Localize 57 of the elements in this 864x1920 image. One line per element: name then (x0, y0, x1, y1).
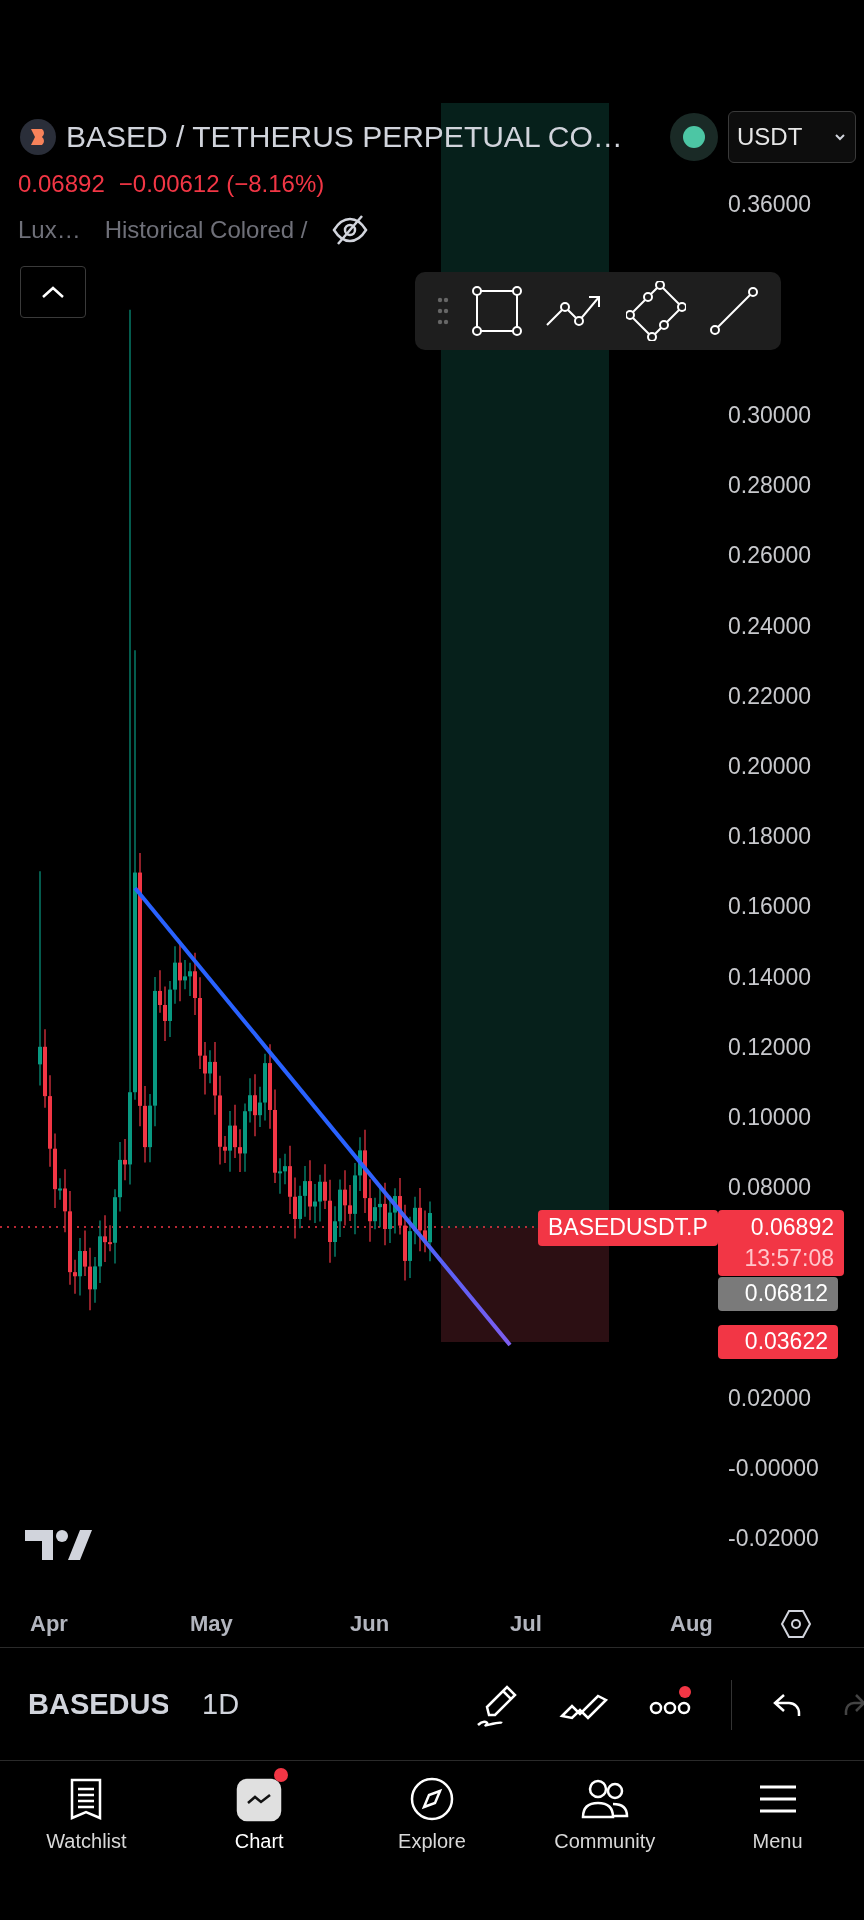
nav-tab[interactable]: Watchlist (0, 1762, 173, 1920)
time-tick: Aug (670, 1610, 714, 1637)
interval-button[interactable]: 1D (202, 1688, 240, 1721)
price-tick: 0.36000 (728, 190, 812, 219)
currency-dropdown[interactable]: USDT (728, 111, 856, 163)
nav-tab[interactable]: Explore (345, 1762, 519, 1920)
indicator-label[interactable]: Historical Colored / (104, 216, 308, 244)
price-tick: 0.24000 (728, 611, 812, 641)
compass-icon (409, 1776, 455, 1822)
time-tick: Jul (510, 1610, 543, 1637)
bookmark-list-icon (69, 1777, 104, 1821)
drag-handle-icon[interactable] (436, 297, 449, 325)
redo-icon (844, 1691, 864, 1718)
price-change: −0.00612 (−8.16%) (118, 170, 325, 198)
symbol-picker[interactable]: BASEDUS (28, 1688, 168, 1721)
caret-icon (833, 132, 847, 142)
price-tick: -0.00000 (728, 1454, 819, 1484)
price-tick: 0.16000 (728, 892, 812, 922)
chevron-up-icon (40, 284, 66, 300)
collapse-button[interactable] (20, 266, 86, 318)
channel-tool-icon[interactable] (626, 281, 687, 341)
time-tick: May (190, 1610, 234, 1637)
settings-icon[interactable] (780, 1608, 812, 1639)
target-price-tag: 0.03622 (718, 1325, 838, 1359)
price-tick: 0.08000 (728, 1173, 812, 1203)
nav-tab[interactable]: Community (518, 1762, 692, 1920)
market-status-button[interactable] (670, 113, 718, 161)
menu-icon (757, 1784, 798, 1814)
price-tick: 0.14000 (728, 962, 812, 992)
indicator-label[interactable]: Lux… (18, 216, 81, 244)
price-tick: 0.26000 (728, 541, 812, 571)
price-tick: 0.12000 (728, 1032, 812, 1062)
price-tick: 0.02000 (728, 1384, 813, 1413)
price-tick: 0.22000 (728, 681, 812, 711)
symbol-tag: BASEDUSDT.P (538, 1210, 718, 1246)
time-tick: Jun (350, 1610, 391, 1637)
trend-line[interactable] (133, 886, 512, 1347)
price-tick: 0.20000 (728, 751, 812, 781)
time-tick: Apr (30, 1610, 69, 1637)
eye-off-icon[interactable] (331, 214, 370, 246)
people-icon (579, 1777, 630, 1821)
chart-icon (236, 1776, 283, 1822)
nav-tab[interactable]: Menu (691, 1762, 864, 1920)
logo-icon (25, 1530, 92, 1560)
previous-price-tag: 0.06812 (718, 1277, 838, 1311)
countdown: 13:57:08 (744, 1244, 834, 1273)
price-tick: 0.28000 (728, 471, 812, 501)
last-price: 0.06892 (18, 170, 105, 198)
coin-logo-icon (20, 119, 56, 155)
price-tick: 0.10000 (728, 1102, 812, 1132)
symbol-title[interactable]: BASED / TETHERUS PERPETUAL CO… (66, 120, 646, 154)
nav-tab[interactable]: Chart (172, 1762, 346, 1920)
price-tick: 0.30000 (728, 401, 812, 430)
price-tick: 0.18000 (728, 822, 812, 852)
price-tick: -0.02000 (728, 1524, 819, 1554)
line-tool-icon[interactable] (709, 286, 760, 336)
last-price-value: 0.06892 (750, 1213, 834, 1242)
